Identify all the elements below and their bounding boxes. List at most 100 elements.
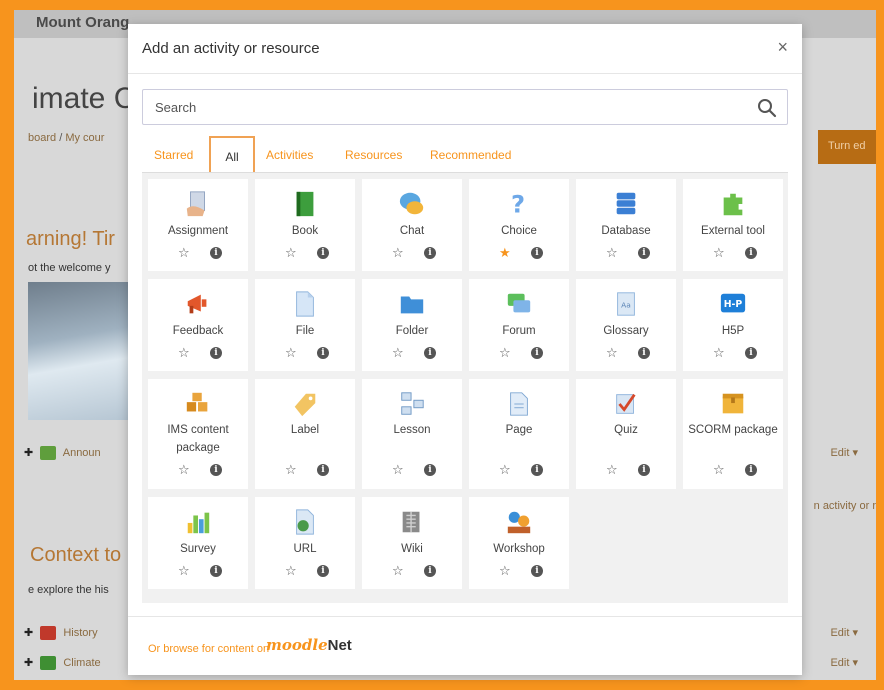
breadcrumb-item[interactable]: board bbox=[28, 132, 56, 144]
activity-actions: ☆ i bbox=[469, 564, 569, 578]
activity-actions: ☆ i bbox=[683, 346, 783, 360]
star-icon[interactable]: ☆ bbox=[713, 246, 725, 260]
star-icon[interactable]: ☆ bbox=[606, 346, 618, 360]
star-icon[interactable]: ☆ bbox=[606, 246, 618, 260]
activity-item[interactable]: Folder ☆ i bbox=[362, 279, 462, 371]
info-icon[interactable]: i bbox=[317, 565, 329, 577]
star-icon[interactable]: ★ bbox=[499, 246, 511, 260]
star-icon[interactable]: ☆ bbox=[392, 564, 404, 578]
announcements-row: ✚ Announ bbox=[24, 446, 101, 461]
info-icon[interactable]: i bbox=[317, 247, 329, 259]
info-icon[interactable]: i bbox=[424, 464, 436, 476]
info-icon[interactable]: i bbox=[210, 464, 222, 476]
info-icon[interactable]: i bbox=[745, 347, 757, 359]
star-icon[interactable]: ☆ bbox=[392, 346, 404, 360]
tab-starred[interactable]: Starred bbox=[154, 136, 193, 173]
book-icon bbox=[296, 191, 314, 217]
breadcrumb-item[interactable]: My cour bbox=[65, 132, 104, 144]
course-title: imate C bbox=[32, 82, 136, 115]
history-row: ✚ History bbox=[24, 626, 98, 641]
climate-link[interactable]: Climate bbox=[63, 657, 100, 669]
tab-all[interactable]: All bbox=[209, 136, 255, 173]
add-activity-link[interactable]: n activity or r bbox=[814, 500, 876, 512]
star-icon[interactable]: ☆ bbox=[392, 463, 404, 477]
star-icon[interactable]: ☆ bbox=[285, 246, 297, 260]
move-icon[interactable]: ✚ bbox=[24, 657, 33, 669]
activity-name: URL bbox=[293, 543, 317, 555]
edit-menu[interactable]: Edit ▾ bbox=[830, 656, 858, 669]
star-icon[interactable]: ☆ bbox=[606, 463, 618, 477]
activity-item[interactable]: Label ☆ i bbox=[255, 379, 355, 489]
activity-item[interactable]: File ☆ i bbox=[255, 279, 355, 371]
move-icon[interactable]: ✚ bbox=[24, 447, 33, 459]
activity-item[interactable]: Workshop ☆ i bbox=[469, 497, 569, 589]
star-icon[interactable]: ☆ bbox=[392, 246, 404, 260]
activity-item[interactable]: URL ☆ i bbox=[255, 497, 355, 589]
star-icon[interactable]: ☆ bbox=[713, 463, 725, 477]
activity-item[interactable]: IMS content package ☆ i bbox=[148, 379, 248, 489]
info-icon[interactable]: i bbox=[638, 347, 650, 359]
edit-menu[interactable]: Edit ▾ bbox=[830, 626, 858, 639]
info-icon[interactable]: i bbox=[424, 247, 436, 259]
info-icon[interactable]: i bbox=[745, 464, 757, 476]
activity-item[interactable]: Wiki ☆ i bbox=[362, 497, 462, 589]
info-icon[interactable]: i bbox=[210, 247, 222, 259]
info-icon[interactable]: i bbox=[638, 464, 650, 476]
activity-item[interactable]: Forum ☆ i bbox=[469, 279, 569, 371]
tab-activities[interactable]: Activities bbox=[266, 136, 313, 173]
star-icon[interactable]: ☆ bbox=[713, 346, 725, 360]
activity-item[interactable]: Aa Glossary ☆ i bbox=[576, 279, 676, 371]
star-icon[interactable]: ☆ bbox=[499, 463, 511, 477]
info-icon[interactable]: i bbox=[210, 347, 222, 359]
activity-item[interactable]: Lesson ☆ i bbox=[362, 379, 462, 489]
ims-package-icon bbox=[186, 392, 208, 412]
activity-item[interactable]: ? Choice ★ i bbox=[469, 179, 569, 271]
activity-item[interactable]: H-P H5P ☆ i bbox=[683, 279, 783, 371]
search-input[interactable] bbox=[143, 90, 743, 124]
info-icon[interactable]: i bbox=[745, 247, 757, 259]
star-icon[interactable]: ☆ bbox=[285, 346, 297, 360]
star-icon[interactable]: ☆ bbox=[285, 463, 297, 477]
info-icon[interactable]: i bbox=[424, 565, 436, 577]
info-icon[interactable]: i bbox=[424, 347, 436, 359]
activity-item[interactable]: Chat ☆ i bbox=[362, 179, 462, 271]
activity-name: IMS content package bbox=[167, 424, 229, 454]
activity-item[interactable]: Survey ☆ i bbox=[148, 497, 248, 589]
activity-item[interactable]: SCORM package ☆ i bbox=[683, 379, 783, 489]
star-icon[interactable]: ☆ bbox=[285, 564, 297, 578]
activity-item[interactable]: Feedback ☆ i bbox=[148, 279, 248, 371]
activity-name: Folder bbox=[395, 325, 429, 337]
tab-recommended[interactable]: Recommended bbox=[430, 136, 511, 173]
star-icon[interactable]: ☆ bbox=[178, 463, 190, 477]
moodlenet-link[interactable]: moodleNet bbox=[266, 636, 352, 654]
survey-icon bbox=[187, 512, 210, 534]
star-icon[interactable]: ☆ bbox=[499, 346, 511, 360]
star-icon[interactable]: ☆ bbox=[178, 564, 190, 578]
activity-item[interactable]: Page ☆ i bbox=[469, 379, 569, 489]
close-button[interactable]: × bbox=[777, 37, 788, 58]
star-icon[interactable]: ☆ bbox=[178, 246, 190, 260]
history-link[interactable]: History bbox=[63, 627, 97, 639]
info-icon[interactable]: i bbox=[317, 464, 329, 476]
activity-item[interactable]: Assignment ☆ i bbox=[148, 179, 248, 271]
turn-editing-button[interactable]: Turn ed bbox=[818, 130, 876, 164]
star-icon[interactable]: ☆ bbox=[499, 564, 511, 578]
move-icon[interactable]: ✚ bbox=[24, 627, 33, 639]
activity-item[interactable]: Database ☆ i bbox=[576, 179, 676, 271]
edit-menu[interactable]: Edit ▾ bbox=[830, 446, 858, 459]
info-icon[interactable]: i bbox=[531, 247, 543, 259]
info-icon[interactable]: i bbox=[210, 565, 222, 577]
info-icon[interactable]: i bbox=[317, 347, 329, 359]
info-icon[interactable]: i bbox=[638, 247, 650, 259]
activity-name: Chat bbox=[399, 225, 425, 237]
activity-item[interactable]: Quiz ☆ i bbox=[576, 379, 676, 489]
star-icon[interactable]: ☆ bbox=[178, 346, 190, 360]
search-icon[interactable] bbox=[757, 98, 777, 118]
announcements-link[interactable]: Announ bbox=[63, 447, 101, 459]
info-icon[interactable]: i bbox=[531, 565, 543, 577]
activity-item[interactable]: Book ☆ i bbox=[255, 179, 355, 271]
info-icon[interactable]: i bbox=[531, 347, 543, 359]
info-icon[interactable]: i bbox=[531, 464, 543, 476]
tab-resources[interactable]: Resources bbox=[345, 136, 402, 173]
activity-item[interactable]: External tool ☆ i bbox=[683, 179, 783, 271]
